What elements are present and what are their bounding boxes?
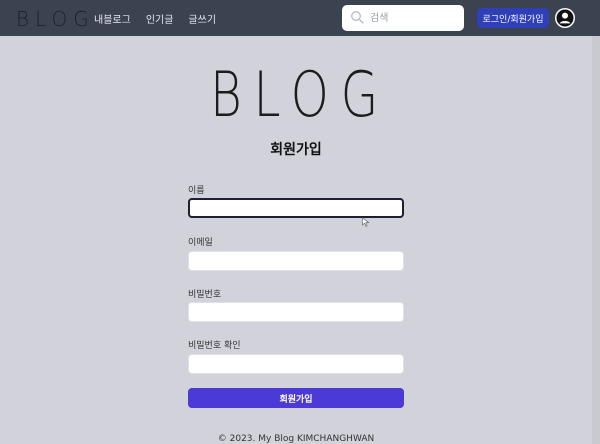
password-field[interactable] (188, 302, 404, 322)
navbar-logo[interactable]: BLOG (16, 7, 95, 31)
search-box[interactable] (342, 5, 464, 31)
signup-submit-button[interactable]: 회원가입 (188, 388, 404, 408)
main-logo: BLOG (210, 58, 390, 128)
password-label: 비밀번호 (188, 290, 222, 300)
user-avatar-icon[interactable] (555, 8, 575, 28)
search-input[interactable] (370, 9, 458, 27)
footer-copyright: © 2023. My Blog KIMCHANGHWAN (217, 434, 375, 444)
nav-link-write[interactable]: 글쓰기 (188, 11, 216, 26)
nav-link-popular[interactable]: 인기글 (146, 11, 174, 26)
main-logo-text: BLOG (210, 58, 390, 128)
password-confirm-field[interactable] (188, 354, 404, 374)
mouse-cursor-icon (362, 217, 370, 227)
top-navbar: BLOG 내블로그 인기글 글쓰기 로그인/회원가입 (0, 0, 600, 36)
search-icon (351, 11, 364, 24)
email-field[interactable] (188, 251, 404, 271)
login-signup-button[interactable]: 로그인/회원가입 (477, 8, 549, 28)
page-scrollbar[interactable] (592, 36, 600, 444)
name-label: 이름 (188, 186, 205, 196)
nav-link-my-blog[interactable]: 내블로그 (94, 11, 131, 26)
name-field[interactable] (188, 198, 404, 218)
nav-links: 내블로그 인기글 글쓰기 (94, 11, 216, 26)
email-label: 이메일 (188, 238, 213, 248)
password-confirm-label: 비밀번호 확인 (188, 341, 241, 351)
page-title: 회원가입 (270, 142, 322, 158)
